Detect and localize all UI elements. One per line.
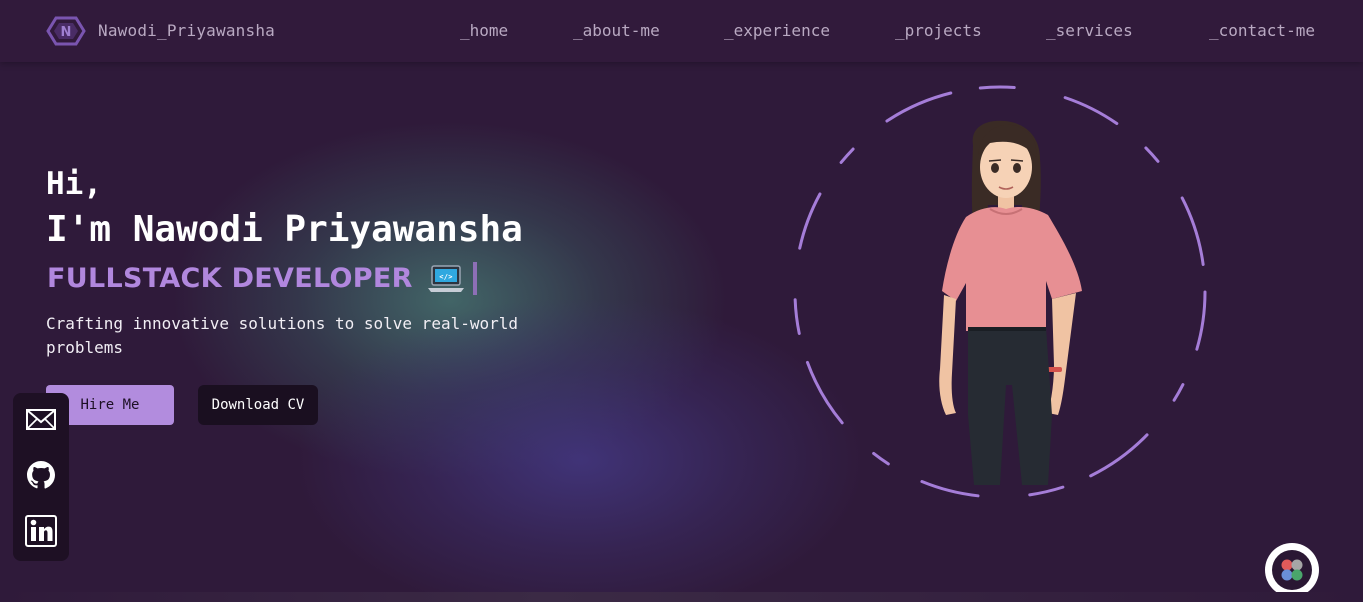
svg-text:N: N	[61, 25, 72, 40]
social-links-bar	[13, 393, 69, 561]
girl-figure	[939, 120, 1082, 485]
four-petal-icon	[1281, 559, 1303, 581]
brand-name[interactable]: Nawodi_Priyawansha	[98, 21, 275, 40]
developer-girl-illustration	[793, 85, 1207, 499]
background-glow-teal	[170, 120, 730, 480]
nav-services[interactable]: _services	[1046, 21, 1133, 40]
mail-icon[interactable]	[25, 403, 57, 435]
top-navigation-bar: N Nawodi_Priyawansha _home _about-me _ex…	[0, 0, 1363, 62]
hero-greeting: Hi,	[46, 166, 102, 202]
hero-name: I'm Nawodi Priyawansha	[46, 209, 523, 250]
hero-role-text: FULLSTACK DEVELOPER	[47, 263, 413, 294]
svg-text:</>: </>	[439, 273, 453, 281]
n-hexagon-logo-icon[interactable]: N	[44, 15, 88, 47]
fab-inner	[1272, 550, 1312, 590]
nav-home[interactable]: _home	[460, 21, 508, 40]
nav-projects[interactable]: _projects	[895, 21, 982, 40]
floating-action-button[interactable]	[1265, 543, 1319, 597]
hero-tagline: Crafting innovative solutions to solve r…	[46, 314, 519, 357]
nav-about-me[interactable]: _about-me	[573, 21, 660, 40]
laptop-code-icon: </>	[427, 264, 464, 292]
github-icon[interactable]	[25, 459, 57, 491]
download-cv-button[interactable]: Download CV	[198, 385, 318, 425]
nav-contact-me[interactable]: _contact-me	[1209, 21, 1315, 40]
nav-experience[interactable]: _experience	[724, 21, 830, 40]
hero-role: FULLSTACK DEVELOPER </>	[47, 262, 477, 295]
typing-cursor	[472, 262, 477, 295]
linkedin-icon[interactable]	[25, 515, 57, 547]
section-bottom-edge	[0, 592, 1363, 602]
